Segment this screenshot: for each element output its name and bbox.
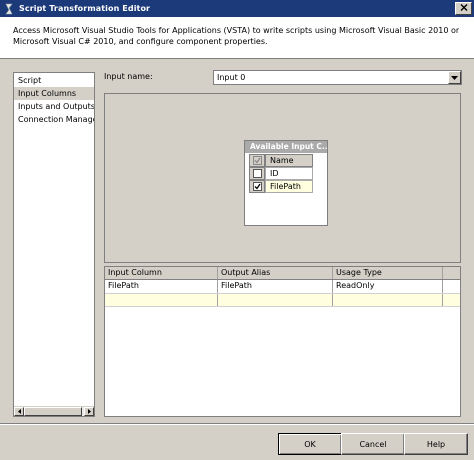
available-columns-header: Name bbox=[245, 154, 327, 167]
sidebar-item-script[interactable]: Script bbox=[14, 74, 94, 87]
title-bar[interactable]: Script Transformation Editor bbox=[0, 0, 474, 17]
input-column-header[interactable]: Input Column bbox=[105, 267, 218, 279]
scroll-right-button[interactable] bbox=[84, 407, 94, 416]
input-name-label: Input name: bbox=[104, 72, 153, 81]
page-navigation-list[interactable]: Script Input Columns Inputs and Outputs … bbox=[13, 72, 95, 417]
dropdown-button[interactable] bbox=[448, 71, 461, 84]
sidebar-item-inputs-and-outputs[interactable]: Inputs and Outputs bbox=[14, 100, 94, 113]
new-output-alias-cell[interactable] bbox=[218, 294, 333, 306]
name-column-header: Name bbox=[265, 154, 313, 167]
arrow-left-icon bbox=[17, 407, 22, 416]
column-checkbox-filepath[interactable] bbox=[252, 182, 262, 191]
close-icon bbox=[460, 4, 468, 13]
column-checkbox-id[interactable] bbox=[252, 169, 262, 178]
scroll-thumb[interactable] bbox=[24, 407, 82, 416]
new-usage-type-cell[interactable] bbox=[333, 294, 443, 306]
usage-type-cell[interactable]: ReadOnly bbox=[333, 280, 443, 293]
ok-button[interactable]: OK bbox=[278, 433, 342, 455]
sidebar-horizontal-scrollbar[interactable] bbox=[14, 406, 94, 416]
input-name-select[interactable]: Input 0 bbox=[213, 70, 462, 85]
cancel-button[interactable]: Cancel bbox=[341, 433, 405, 455]
list-item[interactable]: ID bbox=[245, 167, 327, 180]
usage-type-header[interactable]: Usage Type bbox=[333, 267, 443, 279]
output-alias-header[interactable]: Output Alias bbox=[218, 267, 333, 279]
sidebar-item-input-columns[interactable]: Input Columns bbox=[14, 87, 94, 100]
chevron-down-icon bbox=[451, 73, 458, 82]
footer-divider bbox=[0, 423, 474, 425]
arrow-right-icon bbox=[87, 407, 92, 416]
checkbox-cell[interactable] bbox=[249, 180, 265, 193]
checkbox-cell[interactable] bbox=[249, 167, 265, 180]
list-item[interactable]: FilePath bbox=[245, 180, 327, 193]
header-panel: Access Microsoft Visual Studio Tools for… bbox=[0, 17, 474, 59]
column-name: ID bbox=[265, 167, 313, 180]
available-columns-title: Available Input C... bbox=[245, 141, 327, 153]
select-all-cell[interactable] bbox=[249, 154, 265, 167]
help-button[interactable]: Help bbox=[404, 433, 468, 455]
scroll-left-button[interactable] bbox=[14, 407, 24, 416]
output-alias-cell[interactable]: FilePath bbox=[218, 280, 333, 293]
script-component-icon bbox=[2, 2, 16, 16]
close-button[interactable] bbox=[455, 2, 472, 15]
new-input-column-cell[interactable] bbox=[105, 294, 218, 306]
input-name-value: Input 0 bbox=[217, 73, 246, 82]
column-name: FilePath bbox=[265, 180, 313, 193]
available-columns-canvas: Available Input C... Name ID FilePath bbox=[104, 93, 461, 263]
new-row[interactable] bbox=[105, 294, 460, 307]
available-input-columns-table[interactable]: Available Input C... Name ID FilePath bbox=[244, 140, 328, 226]
window-title: Script Transformation Editor bbox=[19, 4, 151, 13]
table-row[interactable]: FilePath FilePath ReadOnly bbox=[105, 280, 460, 294]
input-column-cell[interactable]: FilePath bbox=[105, 280, 218, 293]
sidebar-item-connection-managers[interactable]: Connection Managers bbox=[14, 113, 94, 126]
header-description: Access Microsoft Visual Studio Tools for… bbox=[13, 26, 460, 46]
select-all-checkbox[interactable] bbox=[252, 156, 262, 165]
input-column-mapping-grid[interactable]: Input Column Output Alias Usage Type Fil… bbox=[104, 266, 461, 417]
mapping-grid-header: Input Column Output Alias Usage Type bbox=[105, 267, 460, 280]
